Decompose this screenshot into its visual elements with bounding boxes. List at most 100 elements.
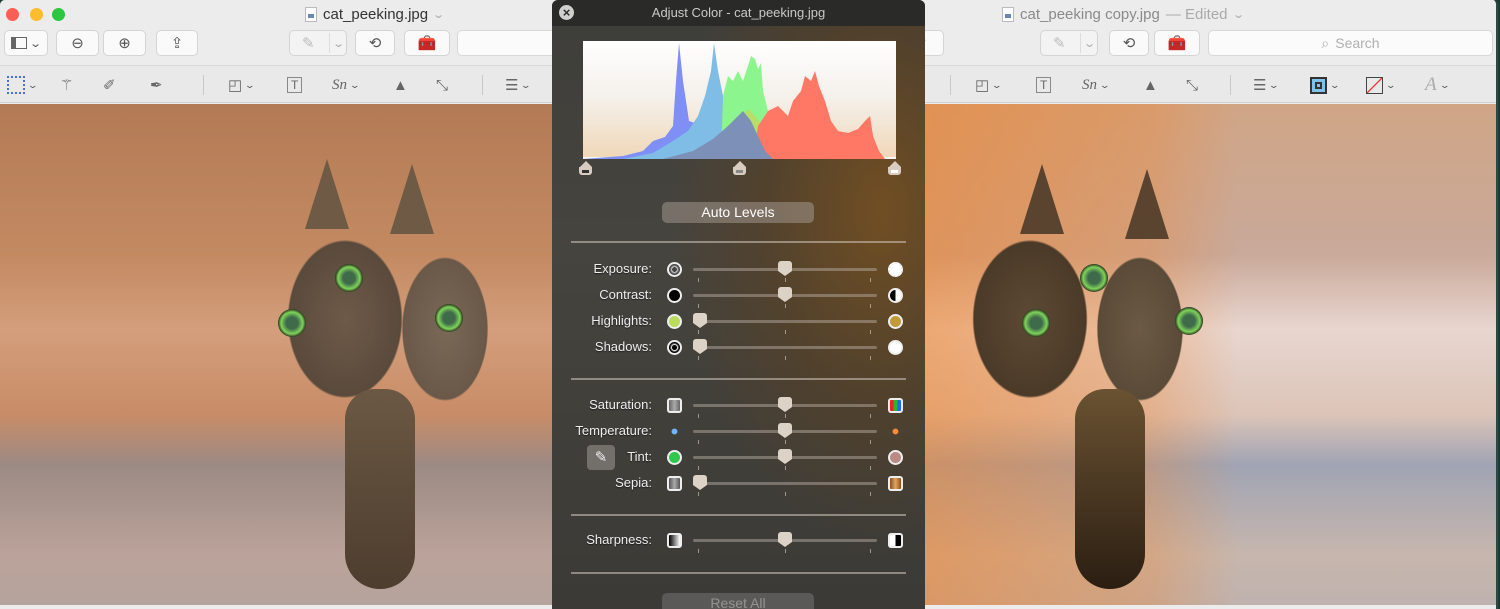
minimize-window-button[interactable] bbox=[30, 8, 43, 21]
slider-thumb[interactable] bbox=[693, 475, 707, 491]
chevron-down-icon: ⌄ bbox=[349, 79, 361, 90]
slider-tick bbox=[785, 466, 786, 470]
rect-selection-icon bbox=[7, 76, 25, 94]
window-title-text: cat_peeking copy.jpg bbox=[1020, 6, 1160, 23]
window-title[interactable]: cat_peeking copy.jpg — Edited ⌄ bbox=[1002, 6, 1245, 23]
slider-thumb[interactable] bbox=[778, 449, 792, 465]
zoom-out-button[interactable]: ⊖ bbox=[56, 30, 99, 56]
slider-tick bbox=[785, 414, 786, 418]
midtone-handle[interactable] bbox=[733, 161, 746, 176]
cat-eye bbox=[1022, 309, 1050, 337]
divider bbox=[482, 75, 483, 95]
adjust-size-tool[interactable]: ⤡ bbox=[436, 73, 448, 97]
markup-toolbar-button[interactable]: 🧰 bbox=[1154, 30, 1200, 56]
slider-row-exposure: Exposure: bbox=[552, 259, 925, 282]
slider-thumb[interactable] bbox=[778, 532, 792, 548]
shape-style-tool[interactable]: ☰ ⌄ bbox=[1253, 73, 1280, 97]
chevron-down-icon: ⌄ bbox=[1099, 79, 1111, 90]
close-window-button[interactable] bbox=[6, 8, 19, 21]
slider-row-contrast: Contrast: bbox=[552, 285, 925, 308]
slider-thumb[interactable] bbox=[778, 423, 792, 439]
fill-none-icon bbox=[1366, 76, 1383, 94]
border-color-tool[interactable]: ⌄ bbox=[1310, 73, 1340, 97]
slider-thumb[interactable] bbox=[693, 339, 707, 355]
cat-paw bbox=[345, 389, 415, 589]
text-tool[interactable]: T bbox=[1036, 73, 1052, 97]
font-icon: A bbox=[1425, 74, 1437, 95]
adjust-color-tool[interactable]: ▲ bbox=[393, 73, 408, 97]
highlight-button[interactable]: ✎ ⌄ bbox=[1040, 30, 1098, 56]
slider-tick bbox=[698, 356, 699, 360]
sign-tool[interactable]: Sn ⌄ bbox=[332, 73, 361, 97]
zoom-in-button[interactable]: ⊕ bbox=[103, 30, 146, 56]
resize-icon: ⤡ bbox=[1186, 76, 1199, 94]
cat-paw bbox=[1075, 389, 1145, 589]
reset-all-button[interactable]: Reset All bbox=[662, 593, 814, 609]
slider-track[interactable] bbox=[693, 346, 877, 349]
search-field[interactable]: ⌕ Search bbox=[1208, 30, 1493, 56]
slider-row-sharpness: Sharpness: bbox=[552, 530, 925, 553]
toolbox-icon: 🧰 bbox=[1167, 35, 1187, 52]
rotate-button[interactable]: ⟲ bbox=[355, 30, 395, 56]
auto-levels-button[interactable]: Auto Levels bbox=[662, 202, 814, 223]
fill-color-tool[interactable]: ⌄ bbox=[1366, 73, 1397, 97]
shadows-low-icon bbox=[667, 340, 682, 355]
slider-thumb[interactable] bbox=[693, 313, 707, 329]
slider-track[interactable] bbox=[693, 482, 877, 485]
draw-tool[interactable]: ✒ bbox=[150, 73, 163, 97]
instant-alpha-tool[interactable]: ⚚ bbox=[60, 73, 73, 97]
slider-track[interactable] bbox=[693, 320, 877, 323]
share-icon: ⇪ bbox=[170, 35, 184, 52]
shape-style-tool[interactable]: ☰ ⌄ bbox=[505, 73, 532, 97]
eyedropper-button[interactable]: ✎ bbox=[587, 445, 615, 470]
slider-label: Sharpness: bbox=[586, 532, 652, 547]
slider-thumb[interactable] bbox=[778, 397, 792, 413]
prism-icon: ▲ bbox=[393, 76, 408, 94]
shapes-tool[interactable]: ◰ ⌄ bbox=[228, 73, 256, 97]
shapes-tool[interactable]: ◰ ⌄ bbox=[975, 73, 1003, 97]
image-canvas[interactable] bbox=[920, 104, 1496, 605]
sign-tool[interactable]: Sn ⌄ bbox=[1082, 73, 1111, 97]
highlight-button[interactable]: ✎ ⌄ bbox=[289, 30, 347, 56]
sidebar-view-button[interactable]: ⌄ bbox=[4, 30, 48, 56]
rotate-button[interactable]: ⟲ bbox=[1109, 30, 1149, 56]
white-point-handle[interactable] bbox=[888, 161, 901, 176]
black-point-handle[interactable] bbox=[579, 161, 592, 176]
title-bar[interactable]: cat_peeking.jpg ⌄ bbox=[0, 0, 560, 30]
sketch-tool[interactable]: ✐ bbox=[103, 73, 116, 97]
text-box-icon: T bbox=[287, 77, 303, 93]
slider-thumb[interactable] bbox=[778, 261, 792, 277]
title-bar[interactable]: cat_peeking copy.jpg — Edited ⌄ bbox=[920, 0, 1496, 30]
adjust-size-tool[interactable]: ⤡ bbox=[1186, 73, 1198, 97]
eyedropper-icon: ✎ bbox=[594, 449, 608, 466]
window-title[interactable]: cat_peeking.jpg ⌄ bbox=[305, 6, 445, 23]
preview-window-copy: cat_peeking copy.jpg — Edited ⌄ ⇪ ✎ ⌄ ⟲ … bbox=[920, 0, 1498, 609]
selection-tool[interactable]: ⌄ bbox=[7, 73, 38, 97]
chevron-down-icon: ⌄ bbox=[244, 79, 256, 90]
markup-toolbar-button[interactable]: 🧰 bbox=[404, 30, 450, 56]
highlights-low-icon bbox=[667, 314, 682, 329]
adjust-color-tool[interactable]: ▲ bbox=[1143, 73, 1158, 97]
close-panel-button[interactable]: × bbox=[559, 5, 574, 20]
divider bbox=[571, 241, 906, 243]
cat-ear bbox=[1020, 164, 1064, 234]
slider-tick bbox=[785, 549, 786, 553]
slider-row-saturation: Saturation: bbox=[552, 395, 925, 418]
search-field[interactable] bbox=[457, 30, 560, 56]
adjust-color-panel: × Adjust Color - cat_peeking.jpg Auto Le… bbox=[552, 0, 925, 609]
text-style-tool[interactable]: A ⌄ bbox=[1425, 73, 1450, 97]
panel-title-bar[interactable]: × Adjust Color - cat_peeking.jpg bbox=[552, 0, 925, 26]
document-icon bbox=[1002, 7, 1014, 22]
slider-tick bbox=[698, 549, 699, 553]
chevron-down-icon: ⌄ bbox=[1385, 79, 1397, 90]
slider-label: Shadows: bbox=[594, 339, 652, 354]
sepia-high-icon bbox=[888, 476, 903, 491]
draw-brush-icon: ✒ bbox=[150, 77, 163, 94]
image-canvas[interactable] bbox=[0, 104, 560, 605]
sepia-low-icon bbox=[667, 476, 682, 491]
share-button[interactable]: ⇪ bbox=[156, 30, 198, 56]
zoom-window-button[interactable] bbox=[52, 8, 65, 21]
sharpness-low-icon bbox=[667, 533, 682, 548]
slider-thumb[interactable] bbox=[778, 287, 792, 303]
text-tool[interactable]: T bbox=[287, 73, 303, 97]
